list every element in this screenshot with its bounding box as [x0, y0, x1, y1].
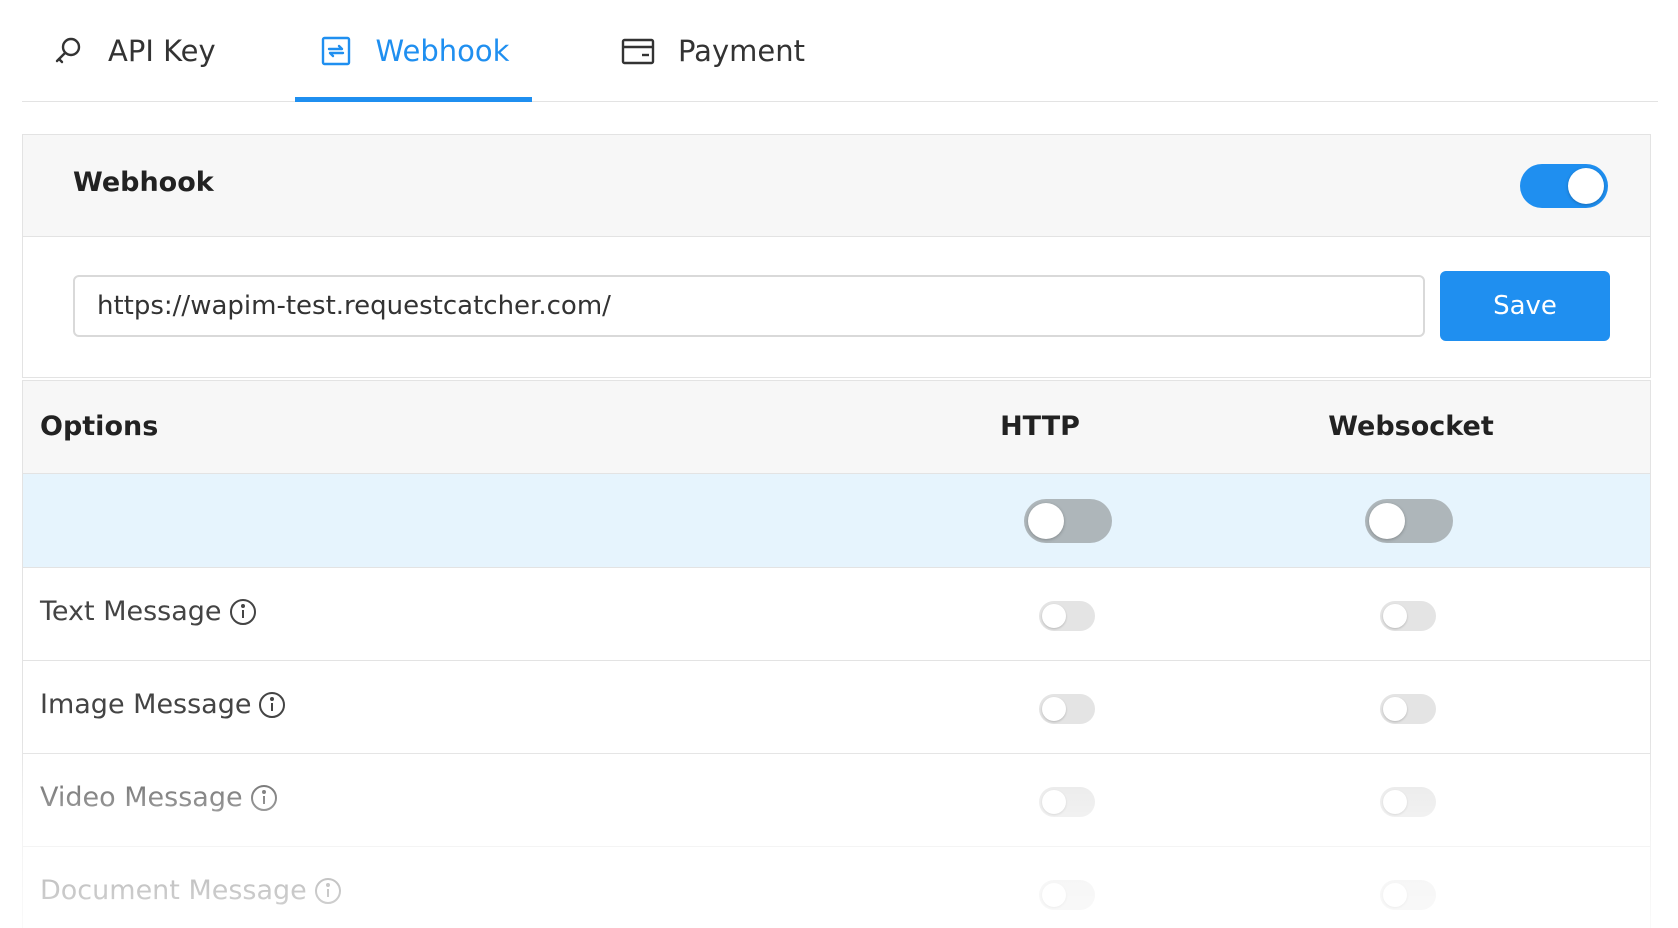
table-row: Document Message: [23, 847, 1650, 928]
table-row: Video Message: [23, 754, 1650, 847]
tab-payment[interactable]: Payment: [620, 0, 805, 101]
option-label-text: Text Message: [40, 596, 222, 627]
info-icon[interactable]: [250, 784, 278, 812]
toggle-knob: [1383, 604, 1407, 628]
webhook-card-header: Webhook: [23, 135, 1650, 237]
webhook-enable-toggle[interactable]: [1520, 164, 1608, 208]
websocket-toggle[interactable]: [1380, 601, 1436, 631]
table-row: Image Message: [23, 661, 1650, 754]
info-icon[interactable]: [258, 691, 286, 719]
option-label: Text Message: [40, 596, 257, 627]
column-header-http: HTTP: [1000, 411, 1080, 442]
tab-api-key[interactable]: API Key: [50, 0, 216, 101]
http-toggle[interactable]: [1039, 880, 1095, 910]
toggle-knob: [1383, 883, 1407, 907]
toggle-knob: [1568, 168, 1604, 204]
tab-payment-label: Payment: [678, 33, 805, 68]
toggle-knob: [1042, 790, 1066, 814]
toggle-knob: [1383, 790, 1407, 814]
webhook-icon: [318, 33, 354, 69]
table-row: Text Message: [23, 568, 1650, 661]
active-tab-indicator: [295, 97, 532, 102]
options-header-row: Options HTTP Websocket: [23, 380, 1650, 474]
card-icon: [620, 33, 656, 69]
websocket-toggle[interactable]: [1380, 880, 1436, 910]
http-toggle[interactable]: [1039, 601, 1095, 631]
master-toggle-row: [23, 474, 1650, 568]
toggle-knob: [1042, 697, 1066, 721]
toggle-knob: [1369, 503, 1405, 539]
webhook-url-input[interactable]: [73, 275, 1425, 337]
toggle-knob: [1383, 697, 1407, 721]
key-icon: [50, 33, 86, 69]
info-icon[interactable]: [314, 877, 342, 905]
http-toggle[interactable]: [1039, 694, 1095, 724]
tab-webhook[interactable]: Webhook: [295, 0, 532, 102]
http-master-toggle[interactable]: [1024, 499, 1112, 543]
option-label: Image Message: [40, 689, 286, 720]
toggle-knob: [1042, 604, 1066, 628]
option-label-text: Image Message: [40, 689, 252, 720]
webhook-card: Webhook Save: [22, 134, 1651, 378]
option-label-text: Document Message: [40, 875, 307, 906]
webhook-title: Webhook: [73, 167, 214, 198]
toggle-knob: [1042, 883, 1066, 907]
option-label: Document Message: [40, 875, 342, 906]
http-toggle[interactable]: [1039, 787, 1095, 817]
websocket-toggle[interactable]: [1380, 787, 1436, 817]
info-icon[interactable]: [229, 598, 257, 626]
save-button[interactable]: Save: [1440, 271, 1610, 341]
column-header-options: Options: [40, 411, 159, 442]
column-header-websocket: Websocket: [1328, 411, 1494, 442]
option-label: Video Message: [40, 782, 278, 813]
tab-bar: API Key Webhook Payment: [22, 0, 1658, 102]
option-label-text: Video Message: [40, 782, 243, 813]
websocket-toggle[interactable]: [1380, 694, 1436, 724]
options-table: Options HTTP Websocket Text Message Imag…: [22, 380, 1651, 928]
tab-api-key-label: API Key: [108, 33, 216, 68]
websocket-master-toggle[interactable]: [1365, 499, 1453, 543]
tab-webhook-label: Webhook: [375, 33, 510, 68]
toggle-knob: [1028, 503, 1064, 539]
